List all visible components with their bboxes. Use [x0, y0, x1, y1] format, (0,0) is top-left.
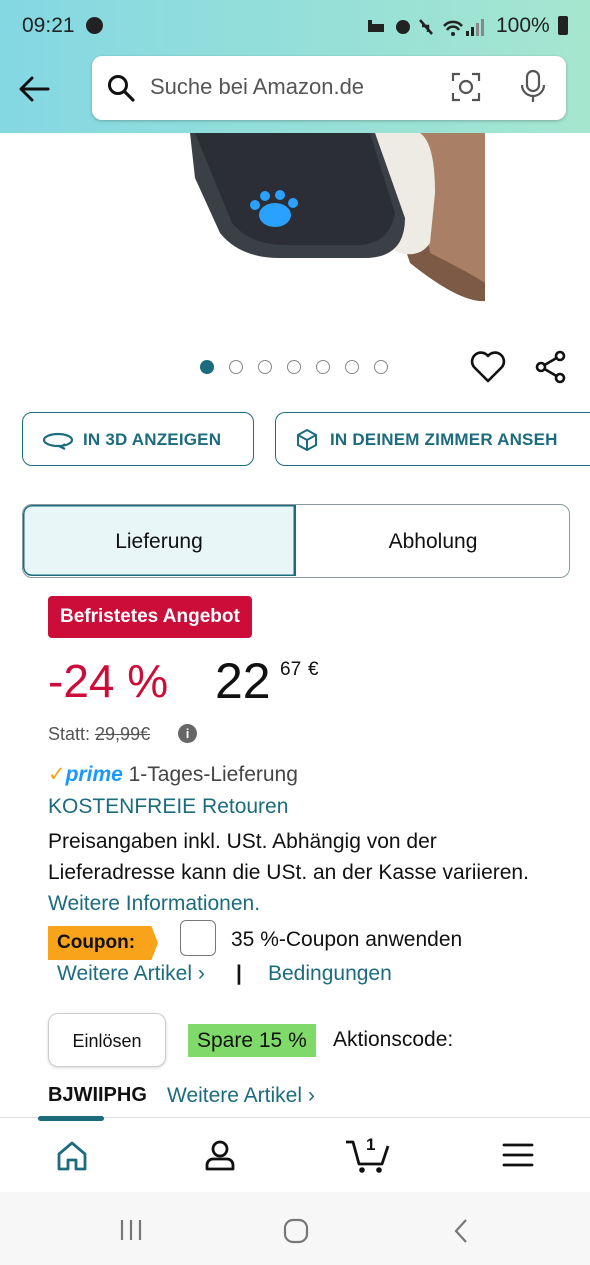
home-button-icon[interactable]: [282, 1217, 310, 1245]
coupon-conditions-link[interactable]: Bedingungen: [268, 962, 392, 986]
list-price-value: 29,99€: [95, 724, 151, 744]
cart-count: 1: [366, 1135, 375, 1154]
view-in-room-button[interactable]: IN DEINEM ZIMMER ANSEH: [275, 412, 590, 466]
tax-note-text: Preisangaben inkl. USt. Abhängig von der…: [48, 830, 529, 884]
price-whole: 22: [215, 653, 271, 709]
more-info-link[interactable]: Weitere Informationen.: [48, 892, 260, 915]
prime-delivery-text: 1-Tages-Lieferung: [122, 763, 298, 786]
product-image[interactable]: [160, 133, 490, 308]
account-icon[interactable]: [203, 1138, 237, 1172]
search-icon: [108, 75, 135, 102]
camera-scan-icon[interactable]: [450, 71, 482, 103]
tab-delivery-label: Lieferung: [115, 530, 203, 553]
list-price-label: Statt:: [48, 724, 96, 744]
system-navigation-bar: [0, 1192, 590, 1265]
status-time: 09:21: [22, 14, 75, 37]
bottom-navigation: 1: [0, 1116, 590, 1192]
app-header: 09:21 100% Suche bei Amazon.de: [0, 0, 590, 133]
search-input[interactable]: Suche bei Amazon.de: [150, 74, 364, 100]
coupon-checkbox[interactable]: [180, 920, 216, 956]
status-icons: [366, 16, 486, 43]
coupon-apply-label[interactable]: 35 %-Coupon anwenden: [231, 928, 462, 952]
pagination-dot[interactable]: [258, 360, 272, 374]
view-in-3d-label: IN 3D ANZEIGEN: [83, 430, 222, 449]
notification-dot-icon: [86, 17, 103, 34]
heart-icon[interactable]: [470, 350, 506, 384]
list-price: Statt: 29,99€: [48, 724, 150, 745]
arrow-left-icon: [19, 76, 50, 102]
delivery-mode-toggle: Lieferung Abholung: [22, 504, 570, 578]
active-tab-indicator: [38, 1116, 104, 1121]
status-bar: 09:21 100%: [0, 0, 590, 52]
price-fraction: 67: [280, 659, 302, 680]
microphone-icon[interactable]: [518, 69, 548, 105]
powerbank-photo: [190, 133, 485, 302]
ar-cube-icon: [297, 428, 317, 452]
free-returns-link[interactable]: KOSTENFREIE Retouren: [48, 795, 288, 819]
promo-code-label: Aktionscode:: [333, 1028, 454, 1051]
prime-delivery: ✓prime 1-Tages-Lieferung: [48, 762, 298, 787]
tab-pickup-label: Abholung: [388, 530, 478, 553]
rotate-3d-icon: [42, 432, 74, 450]
limited-deal-badge: Befristetes Angebot: [48, 596, 252, 638]
pagination-dot[interactable]: [374, 360, 388, 374]
discount-percent: -24 %: [48, 655, 169, 707]
pagination-dot[interactable]: [345, 360, 359, 374]
cart-icon[interactable]: 1: [344, 1132, 392, 1174]
info-icon[interactable]: i: [178, 724, 197, 743]
search-bar[interactable]: Suche bei Amazon.de: [92, 56, 566, 120]
prime-logo: prime: [65, 763, 123, 786]
battery-percent: 100%: [496, 14, 550, 37]
view-in-room-label: IN DEINEM ZIMMER ANSEH: [330, 430, 558, 449]
pagination-dot[interactable]: [316, 360, 330, 374]
prime-check-icon: ✓: [48, 763, 66, 786]
coupon-tag: Coupon:: [48, 926, 158, 960]
redeem-button[interactable]: Einlösen: [48, 1013, 166, 1067]
back-nav-icon[interactable]: [450, 1217, 472, 1245]
promo-code: BJWIIPHG: [48, 1084, 147, 1106]
tax-note: Preisangaben inkl. USt. Abhängig von der…: [48, 826, 548, 919]
share-icon[interactable]: [534, 350, 568, 384]
promo-more-items-link[interactable]: Weitere Artikel ›: [167, 1084, 315, 1108]
view-in-3d-button[interactable]: IN 3D ANZEIGEN: [22, 412, 254, 466]
link-separator: |: [236, 962, 242, 985]
battery-icon: [558, 16, 568, 35]
price-currency: €: [308, 659, 319, 680]
save-badge: Spare 15 %: [188, 1024, 316, 1057]
menu-icon[interactable]: [502, 1142, 534, 1168]
pagination-dot[interactable]: [287, 360, 301, 374]
pagination-dot[interactable]: [200, 360, 214, 374]
tab-delivery[interactable]: Lieferung: [23, 505, 296, 576]
home-icon[interactable]: [55, 1140, 89, 1172]
tab-pickup[interactable]: Abholung: [297, 505, 569, 576]
recent-apps-icon[interactable]: [118, 1218, 144, 1242]
coupon-more-items-link[interactable]: Weitere Artikel ›: [57, 962, 205, 986]
system-status-icons: [368, 19, 484, 36]
back-button[interactable]: [14, 68, 56, 110]
pagination-dot[interactable]: [229, 360, 243, 374]
